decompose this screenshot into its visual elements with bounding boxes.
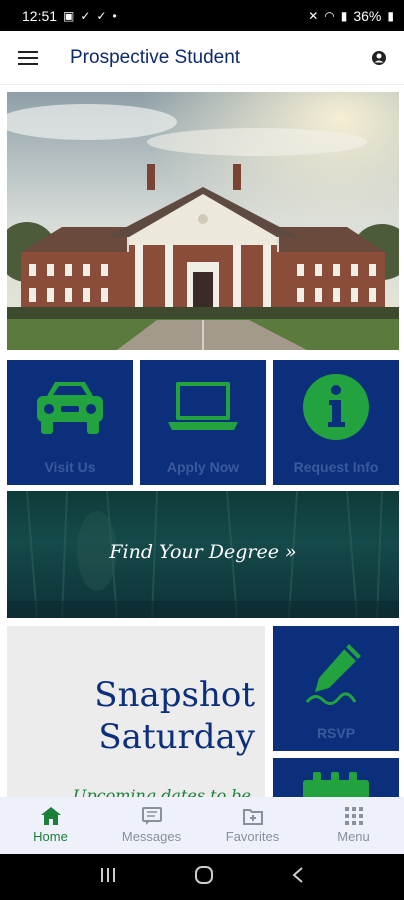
find-your-degree-banner[interactable]: Find Your Degree »: [7, 491, 399, 618]
recent-apps-icon: [100, 867, 115, 882]
app-bar: Prospective Student: [0, 31, 404, 85]
snapshot-title-line2: Saturday: [98, 717, 255, 757]
laptop-icon: [168, 382, 238, 430]
nav-home-label: Home: [33, 829, 68, 844]
apply-now-label: Apply Now: [166, 459, 240, 475]
home-circle-icon: [194, 865, 213, 884]
hamburger-icon: [18, 50, 38, 65]
snapshot-title-line1: Snapshot: [94, 675, 255, 715]
system-navigation-bar: [0, 854, 404, 900]
page-title: Prospective Student: [70, 46, 241, 68]
find-your-degree-text: Find Your Degree »: [109, 541, 297, 563]
nav-messages[interactable]: Messages: [101, 797, 202, 854]
hamburger-menu-button[interactable]: [0, 31, 56, 85]
account-button[interactable]: [354, 31, 404, 85]
rsvp-label: RSVP: [316, 725, 356, 741]
status-bar: 12:51 ▣ ✓ ✓ • ✕ ◠ ▮ 36% ▮: [0, 0, 404, 31]
recent-apps-button[interactable]: [99, 866, 117, 889]
apply-now-tile[interactable]: Apply Now: [140, 360, 266, 485]
pen-signature-icon: [305, 644, 361, 705]
messages-icon: [141, 807, 162, 825]
task-notification-icon: ✓: [80, 8, 91, 23]
wifi-icon: ◠: [324, 8, 335, 23]
nav-menu[interactable]: Menu: [303, 797, 404, 854]
grid-menu-icon: [344, 807, 363, 825]
home-system-button[interactable]: [194, 865, 214, 890]
nav-favorites-label: Favorites: [225, 829, 280, 844]
battery-icon: ▮: [387, 8, 394, 23]
signal-icon: ▮: [340, 8, 348, 23]
info-icon: [303, 374, 369, 440]
favorites-icon: [242, 809, 263, 825]
campus-hero-image: [7, 92, 399, 350]
back-chevron-icon: [292, 866, 303, 883]
task-notification-icon-2: ✓: [96, 8, 107, 23]
back-button[interactable]: [291, 866, 305, 889]
account-icon: [372, 50, 386, 65]
bottom-navigation: Home Messages Favorites Menu: [0, 797, 404, 854]
visit-us-label: Visit Us: [44, 459, 96, 475]
mute-icon: ✕: [308, 8, 319, 23]
snapshot-saturday-card[interactable]: Snapshot Saturday Upcoming dates to be: [7, 626, 265, 806]
nav-messages-label: Messages: [121, 829, 182, 844]
request-info-label: Request Info: [293, 459, 379, 475]
car-icon: [37, 382, 103, 434]
nav-menu-label: Menu: [337, 829, 370, 844]
snapshot-title: Snapshot Saturday: [7, 674, 255, 758]
nav-home[interactable]: Home: [0, 797, 101, 854]
visit-us-tile[interactable]: Visit Us: [7, 360, 133, 485]
gallery-notification-icon: ▣: [63, 8, 75, 23]
app-screen: Prospective Student Visit Us Apply Now R…: [0, 31, 404, 854]
nav-favorites[interactable]: Favorites: [202, 797, 303, 854]
battery-level: 36%: [353, 7, 382, 24]
home-icon: [40, 807, 61, 825]
rsvp-tile[interactable]: RSVP: [273, 626, 399, 751]
more-notifications-icon: •: [112, 8, 117, 23]
request-info-tile[interactable]: Request Info: [273, 360, 399, 485]
status-time: 12:51: [22, 7, 58, 24]
